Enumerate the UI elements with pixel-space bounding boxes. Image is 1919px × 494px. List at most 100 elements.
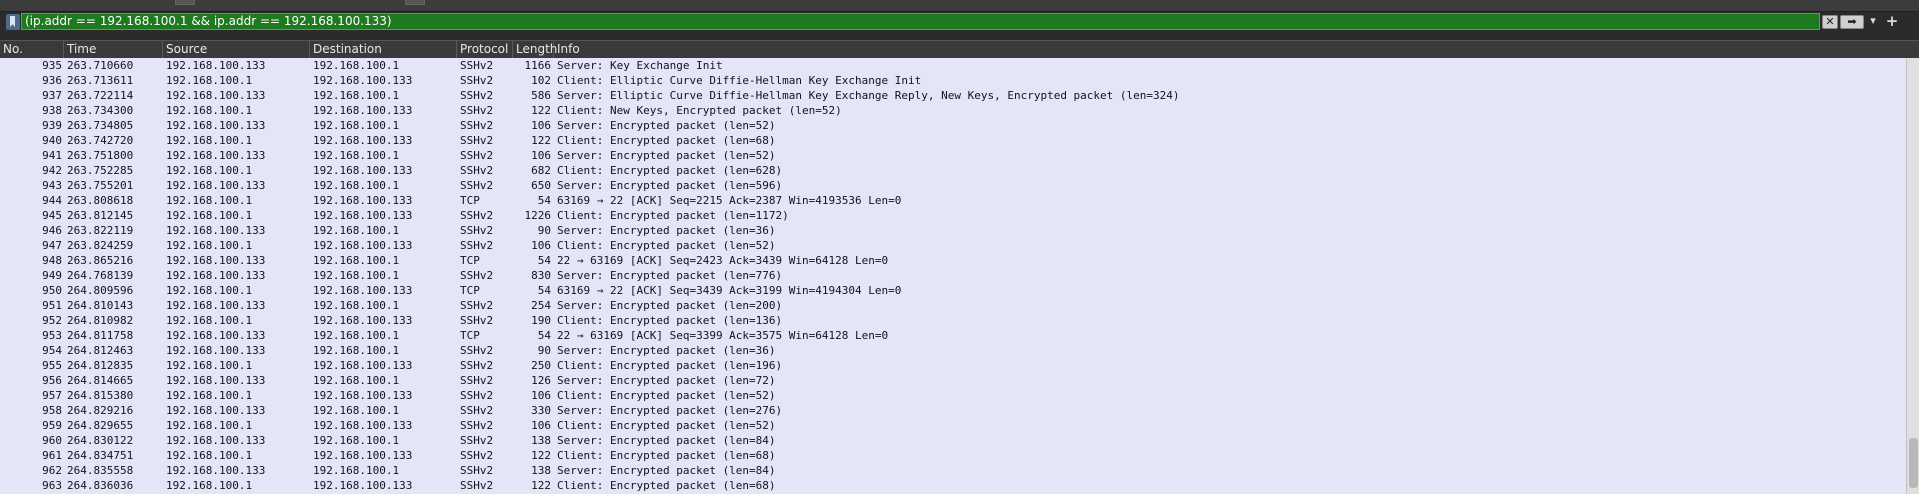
clear-filter-icon[interactable]: ✕	[1822, 15, 1838, 29]
packet-source: 192.168.100.1	[166, 389, 253, 402]
packet-info: Client: Encrypted packet (len=68)	[557, 449, 776, 462]
packet-time: 263.755201	[67, 179, 134, 192]
packet-row[interactable]: 935 263.710660 192.168.100.133 192.168.100.…	[0, 58, 1906, 73]
packet-source: 192.168.100.133	[166, 329, 266, 342]
packet-list[interactable]: 935 263.710660 192.168.100.133 192.168.100.…	[0, 58, 1906, 494]
packet-time: 264.810982	[67, 314, 134, 327]
packet-time: 264.834751	[67, 449, 134, 462]
apply-filter-icon[interactable]: ➡	[1840, 15, 1864, 29]
packet-time: 264.830122	[67, 434, 134, 447]
packet-row[interactable]: 941 263.751800 192.168.100.133 192.168.100.…	[0, 148, 1906, 163]
packet-time: 264.814665	[67, 374, 134, 387]
column-header-info[interactable]: Info	[554, 41, 1906, 58]
packet-protocol: SSHv2	[460, 404, 494, 417]
packet-number: 947	[42, 239, 62, 252]
packet-time: 263.713611	[67, 74, 134, 87]
column-header-length[interactable]: Length	[513, 41, 557, 58]
packet-row[interactable]: 953 264.811758 192.168.100.133 192.168.100.…	[0, 328, 1906, 343]
toolbar-button-stub[interactable]	[405, 0, 425, 5]
packet-row[interactable]: 951 264.810143 192.168.100.133 192.168.100.…	[0, 298, 1906, 313]
packet-row[interactable]: 955 264.812835 192.168.100.1 192.168.100.13…	[0, 358, 1906, 373]
bookmark-icon[interactable]	[6, 14, 20, 30]
packet-row[interactable]: 949 264.768139 192.168.100.133 192.168.100.…	[0, 268, 1906, 283]
packet-length: 122	[531, 449, 551, 462]
packet-info: Server: Elliptic Curve Diffie-Hellman Ke…	[557, 89, 1180, 102]
packet-row[interactable]: 944 263.808618 192.168.100.1 192.168.100.13…	[0, 193, 1906, 208]
packet-row[interactable]: 957 264.815380 192.168.100.1 192.168.100.13…	[0, 388, 1906, 403]
packet-info: Client: Encrypted packet (len=52)	[557, 389, 776, 402]
packet-row[interactable]: 961 264.834751 192.168.100.1 192.168.100.13…	[0, 448, 1906, 463]
packet-time: 263.722114	[67, 89, 134, 102]
add-filter-button-icon[interactable]: +	[1885, 14, 1899, 29]
packet-row[interactable]: 938 263.734300 192.168.100.1 192.168.100.13…	[0, 103, 1906, 118]
packet-source: 192.168.100.133	[166, 434, 266, 447]
packet-length: 190	[531, 314, 551, 327]
scrollbar-thumb[interactable]	[1909, 438, 1918, 488]
packet-protocol: SSHv2	[460, 149, 494, 162]
packet-number: 952	[42, 314, 62, 327]
vertical-scrollbar[interactable]	[1906, 58, 1919, 494]
packet-row[interactable]: 942 263.752285 192.168.100.1 192.168.100.13…	[0, 163, 1906, 178]
packet-row[interactable]: 963 264.836036 192.168.100.1 192.168.100.13…	[0, 478, 1906, 493]
packet-row[interactable]: 958 264.829216 192.168.100.133 192.168.100.…	[0, 403, 1906, 418]
display-filter-input[interactable]: (ip.addr == 192.168.100.1 && ip.addr == …	[21, 13, 1820, 30]
packet-time: 263.822119	[67, 224, 134, 237]
packet-destination: 192.168.100.133	[313, 449, 413, 462]
packet-length: 54	[537, 194, 551, 207]
packet-row[interactable]: 939 263.734805 192.168.100.133 192.168.100.…	[0, 118, 1906, 133]
packet-protocol: SSHv2	[460, 89, 494, 102]
packet-time: 263.812145	[67, 209, 134, 222]
packet-destination: 192.168.100.133	[313, 194, 413, 207]
packet-destination: 192.168.100.133	[313, 74, 413, 87]
packet-length: 650	[531, 179, 551, 192]
column-header-protocol[interactable]: Protocol	[457, 41, 513, 58]
column-header-time[interactable]: Time	[64, 41, 163, 58]
packet-info: Server: Encrypted packet (len=200)	[557, 299, 783, 312]
column-header-source[interactable]: Source	[163, 41, 310, 58]
packet-source: 192.168.100.133	[166, 254, 266, 267]
packet-row[interactable]: 960 264.830122 192.168.100.133 192.168.100.…	[0, 433, 1906, 448]
packet-destination: 192.168.100.133	[313, 359, 413, 372]
packet-protocol: SSHv2	[460, 164, 494, 177]
column-header-destination[interactable]: Destination	[310, 41, 457, 58]
packet-number: 946	[42, 224, 62, 237]
packet-row[interactable]: 940 263.742720 192.168.100.1 192.168.100.13…	[0, 133, 1906, 148]
packet-row[interactable]: 946 263.822119 192.168.100.133 192.168.100.…	[0, 223, 1906, 238]
packet-length: 1166	[524, 59, 552, 72]
packet-time: 263.865216	[67, 254, 134, 267]
packet-info: Server: Encrypted packet (len=84)	[557, 464, 776, 477]
packet-time: 264.812463	[67, 344, 134, 357]
packet-row[interactable]: 962 264.835558 192.168.100.133 192.168.100.…	[0, 463, 1906, 478]
packet-row[interactable]: 959 264.829655 192.168.100.1 192.168.100.13…	[0, 418, 1906, 433]
packet-source: 192.168.100.1	[166, 419, 253, 432]
packet-destination: 192.168.100.133	[313, 284, 413, 297]
packet-destination: 192.168.100.1	[313, 269, 400, 282]
packet-row[interactable]: 956 264.814665 192.168.100.133 192.168.100.…	[0, 373, 1906, 388]
packet-info: Server: Encrypted packet (len=72)	[557, 374, 776, 387]
packet-protocol: TCP	[460, 194, 480, 207]
packet-protocol: SSHv2	[460, 434, 494, 447]
packet-source: 192.168.100.1	[166, 134, 253, 147]
packet-row[interactable]: 954 264.812463 192.168.100.133 192.168.100.…	[0, 343, 1906, 358]
display-filter-bar: (ip.addr == 192.168.100.1 && ip.addr == …	[0, 12, 1919, 32]
packet-length: 102	[531, 74, 551, 87]
filter-history-dropdown-icon[interactable]: ▾	[1866, 15, 1880, 29]
packet-row[interactable]: 952 264.810982 192.168.100.1 192.168.100.13…	[0, 313, 1906, 328]
packet-length: 106	[531, 119, 551, 132]
packet-length: 90	[537, 344, 551, 357]
packet-row[interactable]: 936 263.713611 192.168.100.1 192.168.100.13…	[0, 73, 1906, 88]
packet-destination: 192.168.100.1	[313, 179, 400, 192]
packet-row[interactable]: 948 263.865216 192.168.100.133 192.168.100.…	[0, 253, 1906, 268]
toolbar-button-stub[interactable]	[175, 0, 195, 5]
packet-protocol: SSHv2	[460, 59, 494, 72]
packet-row[interactable]: 937 263.722114 192.168.100.133 192.168.100.…	[0, 88, 1906, 103]
packet-row[interactable]: 950 264.809596 192.168.100.1 192.168.100.13…	[0, 283, 1906, 298]
packet-destination: 192.168.100.133	[313, 314, 413, 327]
packet-row[interactable]: 947 263.824259 192.168.100.1 192.168.100.13…	[0, 238, 1906, 253]
packet-number: 945	[42, 209, 62, 222]
packet-destination: 192.168.100.1	[313, 344, 400, 357]
column-header-no[interactable]: No.	[0, 41, 64, 58]
packet-row[interactable]: 945 263.812145 192.168.100.1 192.168.100.13…	[0, 208, 1906, 223]
packet-source: 192.168.100.133	[166, 374, 266, 387]
packet-row[interactable]: 943 263.755201 192.168.100.133 192.168.100.…	[0, 178, 1906, 193]
